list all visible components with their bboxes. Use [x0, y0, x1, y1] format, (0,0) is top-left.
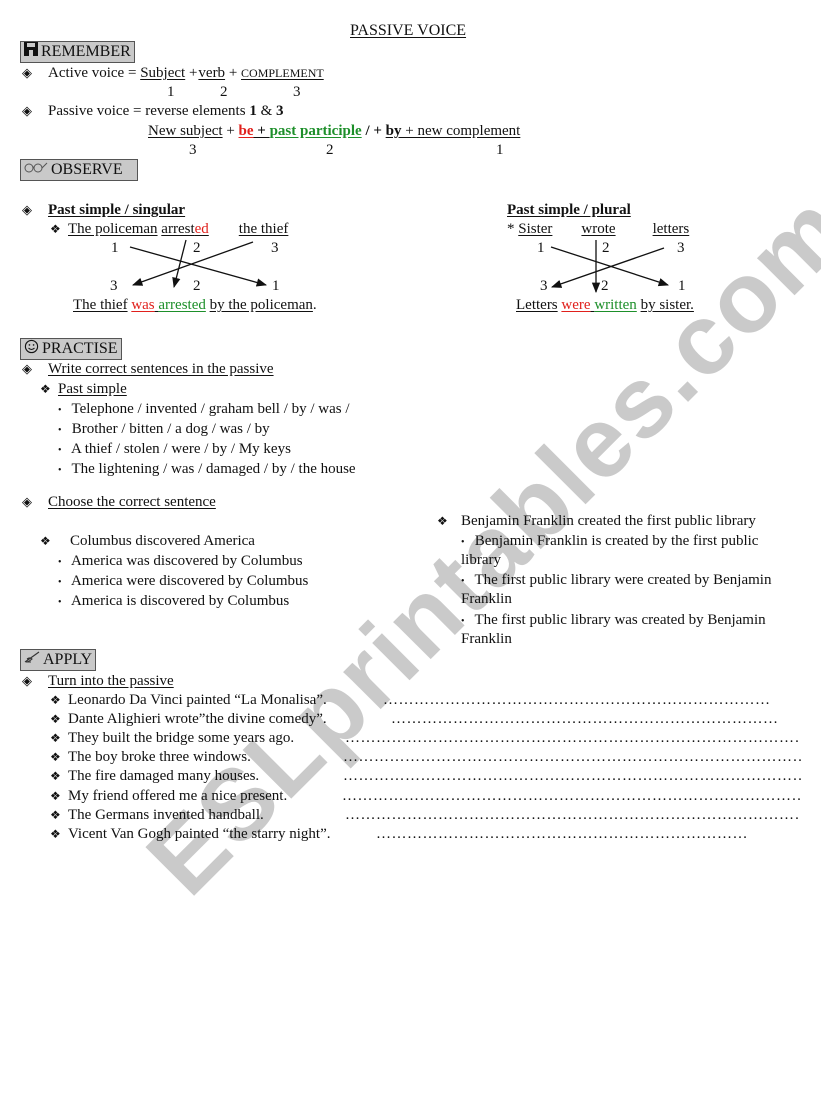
option-item-continued: library [461, 552, 501, 568]
option-item-continued: Franklin [461, 591, 512, 607]
section-title: APPLY [43, 651, 93, 668]
diamond-bullet-icon: ◈ [22, 494, 32, 509]
exercise-sentence: ❖ Leonardo Da Vinci painted “La Monalisa”… [50, 692, 327, 708]
option-item[interactable]: • America were discovered by Columbus [58, 572, 308, 592]
exercise-sentence: ❖ Vicent Van Gogh painted “the starry nig… [50, 826, 331, 842]
option-item[interactable]: • America is discovered by Columbus [58, 592, 289, 612]
practise-task-1: ◈ Write correct sentences in the passive [22, 361, 274, 377]
four-diamond-bullet-icon: ❖ [437, 514, 448, 528]
apply-task: ◈ Turn into the passive [22, 673, 174, 689]
answer-blank[interactable]: …………………………………………………………………………………………………………… [343, 767, 801, 785]
exercise-sentence: ❖ They built the bridge some years ago. [50, 730, 295, 746]
practise-task-2: ◈ Choose the correct sentence [22, 494, 216, 510]
exercise-sentence: ❖ Dante Alighieri wrote”the divine comedy… [50, 711, 327, 727]
answer-blank[interactable]: …………………………………………………………………………………………………………… [342, 787, 801, 805]
answer-blank[interactable]: …………………………………………………………………………………………………………… [343, 748, 801, 766]
option-item[interactable]: • America was discovered by Columbus [58, 552, 303, 572]
answer-blank[interactable]: …………………………………………………………………………………………………………… [376, 825, 749, 843]
arrow-2-to-2 [172, 239, 187, 289]
option-item-continued: Franklin [461, 631, 512, 647]
section-header-practise: PRACTISE [20, 338, 122, 360]
diamond-bullet-icon: ◈ [22, 361, 32, 376]
answer-blank[interactable]: …………………………………………………………………………………………………………… [345, 729, 800, 747]
four-diamond-bullet-icon: ❖ [40, 534, 51, 548]
writing-hand-icon [24, 650, 40, 670]
list-item: • The lightening / was / damaged / by / … [58, 461, 356, 477]
question-1-prompt: ❖ Columbus discovered America [40, 533, 255, 549]
question-2-prompt: ❖ Benjamin Franklin created the first pub… [437, 513, 756, 529]
section-title: PRACTISE [42, 340, 118, 357]
option-item[interactable]: • The first public library was created b… [461, 611, 766, 631]
answer-blank[interactable]: …………………………………………………………………………………………………………… [345, 806, 800, 824]
list-item: • Brother / bitten / a dog / was / by [58, 421, 270, 437]
exercise-sentence: ❖ The fire damaged many houses. [50, 768, 260, 784]
list-item: • Telephone / invented / graham bell / b… [58, 401, 350, 417]
four-diamond-bullet-icon: ❖ [40, 382, 51, 396]
diamond-bullet-icon: ◈ [22, 673, 32, 688]
practise-subtitle: ❖ Past simple [40, 381, 127, 397]
list-item: • A thief / stolen / were / by / My keys [58, 441, 291, 457]
section-header-apply: APPLY [20, 649, 97, 671]
smiley-icon [24, 339, 39, 360]
exercise-sentence: ❖ The Germans invented handball. [50, 807, 264, 823]
answer-blank[interactable]: …………………………………………………………………………………………………………… [383, 691, 770, 709]
option-item[interactable]: • Benjamin Franklin is created by the fi… [461, 532, 758, 552]
arrow-3-to-3 [132, 241, 254, 286]
exercise-sentence: ❖ My friend offered me a nice present. [50, 788, 288, 804]
arrow-3-to-3 [551, 247, 665, 288]
option-item[interactable]: • The first public library were created … [461, 571, 771, 591]
answer-blank[interactable]: …………………………………………………………………………………………………………… [391, 710, 778, 728]
exercise-sentence: ❖ The boy broke three windows. [50, 749, 251, 765]
